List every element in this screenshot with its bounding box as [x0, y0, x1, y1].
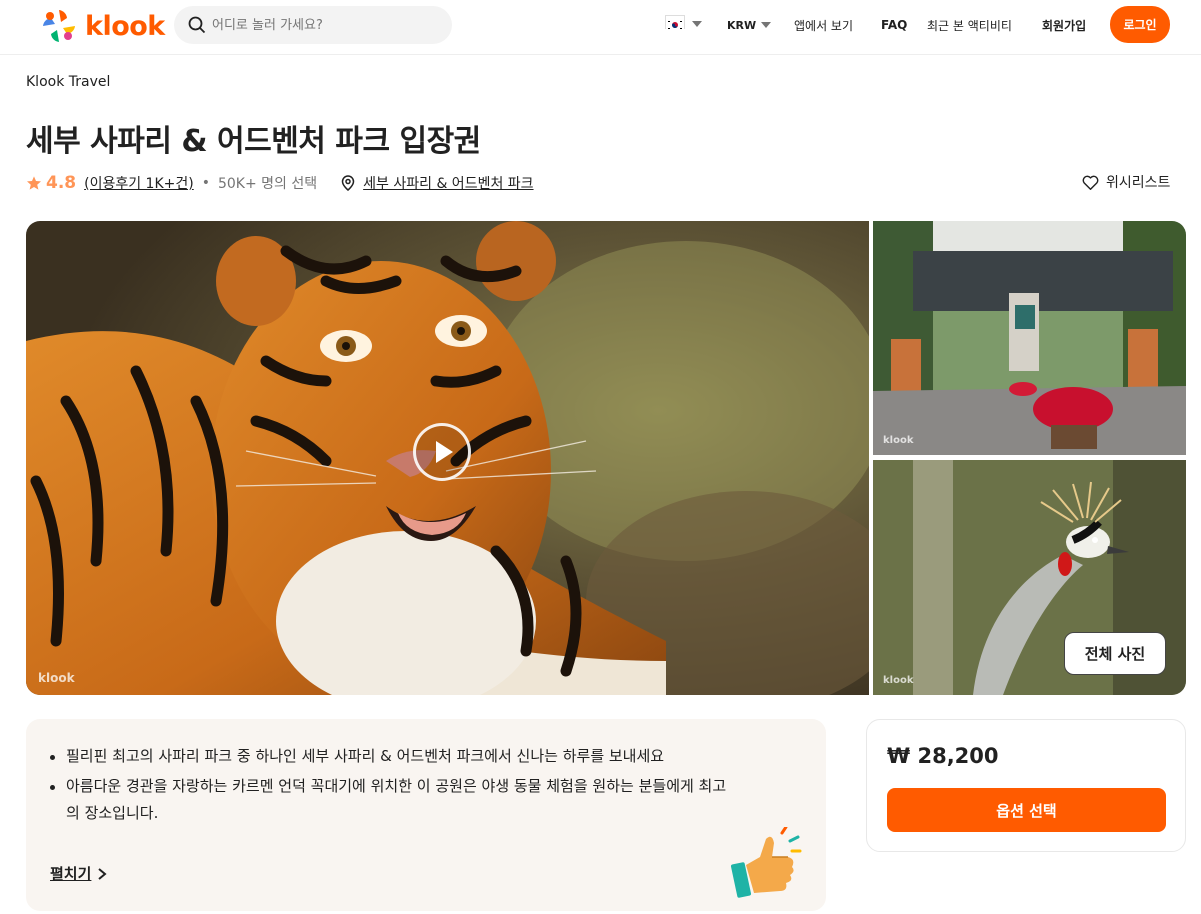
search-icon — [188, 16, 206, 34]
main-photo-tiger[interactable]: klook — [26, 221, 869, 695]
search-bar[interactable] — [174, 6, 452, 44]
expand-label: 펼치기 — [50, 865, 92, 883]
language-chevron-down-icon[interactable] — [692, 21, 702, 27]
language-flag-icon[interactable] — [665, 15, 685, 31]
play-video-button[interactable] — [413, 423, 471, 481]
watermark-text: klook — [883, 435, 914, 446]
activity-meta: 4.8 (이용후기 1K+건) • 50K+ 명의 선택 세부 사파리 & 어드… — [26, 172, 534, 194]
signup-link[interactable]: 회원가입 — [1042, 0, 1086, 50]
location-label: 세부 사파리 & 어드벤처 파크 — [363, 176, 534, 192]
login-button[interactable]: 로그인 — [1110, 6, 1170, 43]
location-pin-icon — [341, 175, 355, 191]
korea-flag-icon — [666, 19, 684, 31]
photo-park-entrance[interactable]: klook — [873, 221, 1186, 455]
wishlist-label: 위시리스트 — [1106, 175, 1171, 191]
reviews-link[interactable]: (이용후기 1K+건) — [84, 173, 194, 193]
currency-chevron-down-icon — [761, 22, 772, 28]
meta-separator: • — [201, 175, 210, 191]
app-link[interactable]: 앱에서 보기 — [794, 0, 853, 50]
highlight-item: 필리핀 최고의 사파리 파크 중 하나인 세부 사파리 & 어드벤처 파크에서 … — [50, 743, 730, 770]
highlights-list: 필리핀 최고의 사파리 파크 중 하나인 세부 사파리 & 어드벤처 파크에서 … — [50, 743, 730, 830]
booked-count: 50K+ 명의 선택 — [217, 176, 318, 192]
klook-logo-icon — [43, 10, 75, 42]
price-card: ₩ 28,200 옵션 선택 — [866, 719, 1186, 852]
price-value: ₩ 28,200 — [887, 744, 999, 768]
watermark-text: klook — [883, 675, 914, 686]
rating-value: 4.8 — [46, 173, 77, 193]
chevron-right-icon — [98, 867, 107, 880]
search-input[interactable] — [212, 17, 432, 33]
park-entrance-image — [873, 221, 1186, 455]
thumbs-up-icon — [730, 827, 802, 898]
select-option-button[interactable]: 옵션 선택 — [887, 788, 1166, 832]
page-title: 세부 사파리 & 어드벤처 파크 입장권 — [26, 124, 481, 159]
faq-link[interactable]: FAQ — [881, 0, 907, 50]
star-icon — [26, 176, 41, 190]
expand-link[interactable]: 펼치기 — [50, 863, 109, 884]
watermark-text: klook — [38, 671, 75, 685]
highlight-item: 아름다운 경관을 자랑하는 카르멘 언덕 꼭대기에 위치한 이 공원은 야생 동… — [50, 773, 730, 827]
location-link[interactable]: 세부 사파리 & 어드벤처 파크 — [341, 173, 534, 193]
logo-text: klook — [85, 10, 165, 42]
klook-logo[interactable]: klook — [41, 8, 165, 44]
currency-label: KRW — [727, 18, 757, 32]
heart-icon — [1082, 175, 1099, 190]
highlights-box: 필리핀 최고의 사파리 파크 중 하나인 세부 사파리 & 어드벤처 파크에서 … — [26, 719, 826, 911]
recently-viewed-link[interactable]: 최근 본 액티비티 — [927, 0, 1012, 50]
all-photos-button[interactable]: 전체 사진 — [1064, 632, 1166, 675]
play-icon — [436, 441, 453, 463]
top-header: klook KRW 앱에서 보기 FAQ 최근 본 액티비티 회원가입 로그인 — [0, 0, 1201, 55]
wishlist-button[interactable]: 위시리스트 — [1082, 172, 1170, 192]
currency-selector[interactable]: KRW — [727, 0, 772, 50]
breadcrumb[interactable]: Klook Travel — [26, 74, 110, 90]
